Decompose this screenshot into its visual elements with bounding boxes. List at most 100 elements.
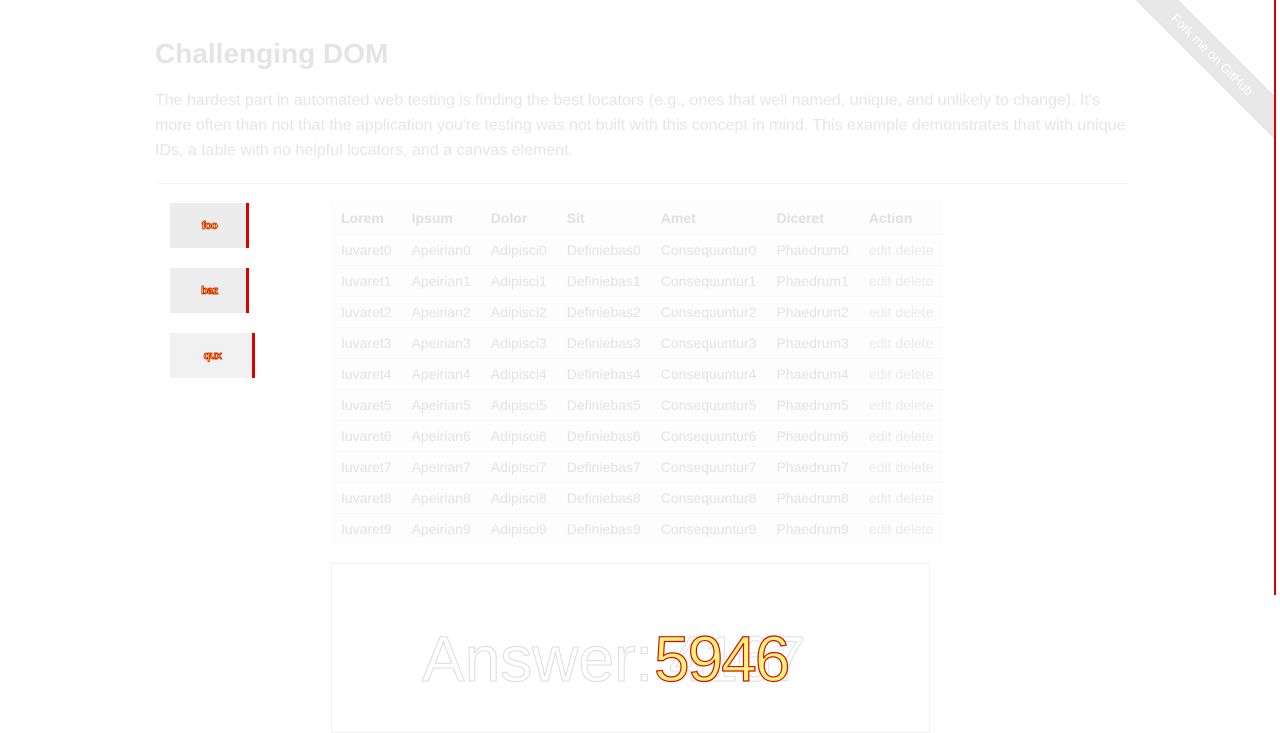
table-cell: Phaedrum9 [766, 513, 859, 544]
button-border [246, 203, 249, 248]
button-secondary-label: baz [201, 284, 219, 297]
table-cell: Definiebas2 [556, 296, 651, 328]
table-cell: Phaedrum4 [766, 358, 859, 390]
table-row: Iuvaret1 Apeirian1 Adipisci1 Definiebas1 Con… [331, 265, 944, 297]
button-primary[interactable]: foo [170, 203, 249, 248]
table-cell: Apeirian0 [401, 234, 481, 266]
edit-link[interactable]: edit [869, 521, 892, 537]
fork-ribbon[interactable]: Fork me on GitHub [1123, 0, 1280, 144]
delete-link[interactable]: delete [895, 397, 933, 413]
table-cell: Definiebas8 [556, 482, 651, 514]
table-cell: Definiebas1 [556, 265, 651, 297]
divider [155, 183, 1130, 184]
table-row: Iuvaret8 Apeirian8 Adipisci8 Definiebas8 Con… [331, 482, 944, 514]
delete-link[interactable]: delete [895, 273, 933, 289]
delete-link[interactable]: delete [895, 242, 933, 258]
table-cell: Iuvaret0 [331, 234, 402, 266]
table-cell: Adipisci2 [480, 296, 557, 328]
table-cell: Phaedrum0 [766, 234, 859, 266]
edit-link[interactable]: edit [869, 335, 892, 351]
table-cell: Adipisci7 [480, 451, 557, 483]
delete-link[interactable]: delete [895, 459, 933, 475]
table-cell: Adipisci4 [480, 358, 557, 390]
action-cell: edit delete [858, 513, 944, 544]
edit-link[interactable]: edit [869, 242, 892, 258]
table-cell: Phaedrum5 [766, 389, 859, 421]
button-secondary[interactable]: baz [170, 268, 249, 313]
edit-link[interactable]: edit [869, 428, 892, 444]
action-cell: edit delete [858, 482, 944, 514]
table-row: Iuvaret3 Apeirian3 Adipisci3 Definiebas3 Con… [331, 327, 944, 359]
table-row: Iuvaret6 Apeirian6 Adipisci6 Definiebas6 Con… [331, 420, 944, 452]
table-cell: Iuvaret2 [331, 296, 402, 328]
table-cell: Adipisci8 [480, 482, 557, 514]
action-cell: edit delete [858, 296, 944, 328]
button-border [246, 268, 249, 313]
data-table: Lorem Ipsum Dolor Sit Amet Diceret Actio… [331, 201, 944, 544]
table-row: Iuvaret5 Apeirian5 Adipisci5 Definiebas5 Con… [331, 389, 944, 421]
table-cell: Iuvaret5 [331, 389, 402, 421]
table-cell: Consequuntur1 [650, 265, 767, 297]
table-cell: Phaedrum3 [766, 327, 859, 359]
table-cell: Consequuntur6 [650, 420, 767, 452]
table-cell: Consequuntur7 [650, 451, 767, 483]
table-header: Sit [556, 201, 651, 235]
action-cell: edit delete [858, 358, 944, 390]
table-cell: Definiebas3 [556, 327, 651, 359]
table-header: Diceret [766, 201, 859, 235]
edit-link[interactable]: edit [869, 366, 892, 382]
action-cell: edit delete [858, 327, 944, 359]
delete-link[interactable]: delete [895, 428, 933, 444]
table-cell: Consequuntur8 [650, 482, 767, 514]
table-header: Amet [650, 201, 767, 235]
scrollbar[interactable] [1274, 0, 1280, 595]
edit-link[interactable]: edit [869, 459, 892, 475]
table-cell: Iuvaret6 [331, 420, 402, 452]
delete-link[interactable]: delete [895, 521, 933, 537]
answer-value: 5946 [653, 622, 791, 695]
table-cell: Consequuntur5 [650, 389, 767, 421]
action-cell: edit delete [858, 420, 944, 452]
table-header: Dolor [480, 201, 557, 235]
table-cell: Apeirian6 [401, 420, 481, 452]
edit-link[interactable]: edit [869, 397, 892, 413]
table-cell: Definiebas9 [556, 513, 651, 544]
table-cell: Phaedrum8 [766, 482, 859, 514]
table-cell: Definiebas0 [556, 234, 651, 266]
table-cell: Adipisci5 [480, 389, 557, 421]
button-alert[interactable]: qux [170, 333, 255, 378]
action-cell: edit delete [858, 451, 944, 483]
table-header: Ipsum [401, 201, 481, 235]
table-row: Iuvaret0 Apeirian0 Adipisci0 Definiebas0 Con… [331, 234, 944, 266]
table-cell: Phaedrum7 [766, 451, 859, 483]
table-cell: Consequuntur0 [650, 234, 767, 266]
table-cell: Definiebas4 [556, 358, 651, 390]
table-header: Action [858, 201, 944, 235]
edit-link[interactable]: edit [869, 490, 892, 506]
edit-link[interactable]: edit [869, 304, 892, 320]
table-cell: Consequuntur9 [650, 513, 767, 544]
table-cell: Apeirian2 [401, 296, 481, 328]
table-row: Iuvaret9 Apeirian9 Adipisci9 Definiebas9 Con… [331, 513, 944, 544]
table-cell: Iuvaret1 [331, 265, 402, 297]
answer-canvas: Answer: 4167 5946 [331, 563, 930, 733]
table-cell: Apeirian7 [401, 451, 481, 483]
table-cell: Definiebas5 [556, 389, 651, 421]
delete-link[interactable]: delete [895, 366, 933, 382]
table-cell: Iuvaret4 [331, 358, 402, 390]
table-cell: Apeirian3 [401, 327, 481, 359]
page-title: Challenging DOM [155, 38, 389, 69]
edit-link[interactable]: edit [869, 273, 892, 289]
button-border [252, 333, 255, 378]
table-row: Iuvaret2 Apeirian2 Adipisci2 Definiebas2 Con… [331, 296, 944, 328]
table-row: Iuvaret7 Apeirian7 Adipisci7 Definiebas7 Con… [331, 451, 944, 483]
delete-link[interactable]: delete [895, 304, 933, 320]
action-cell: edit delete [858, 234, 944, 266]
table-cell: Iuvaret8 [331, 482, 402, 514]
table-cell: Consequuntur3 [650, 327, 767, 359]
button-primary-label: foo [201, 219, 218, 232]
table-cell: Phaedrum2 [766, 296, 859, 328]
table-cell: Consequuntur2 [650, 296, 767, 328]
delete-link[interactable]: delete [895, 335, 933, 351]
delete-link[interactable]: delete [895, 490, 933, 506]
